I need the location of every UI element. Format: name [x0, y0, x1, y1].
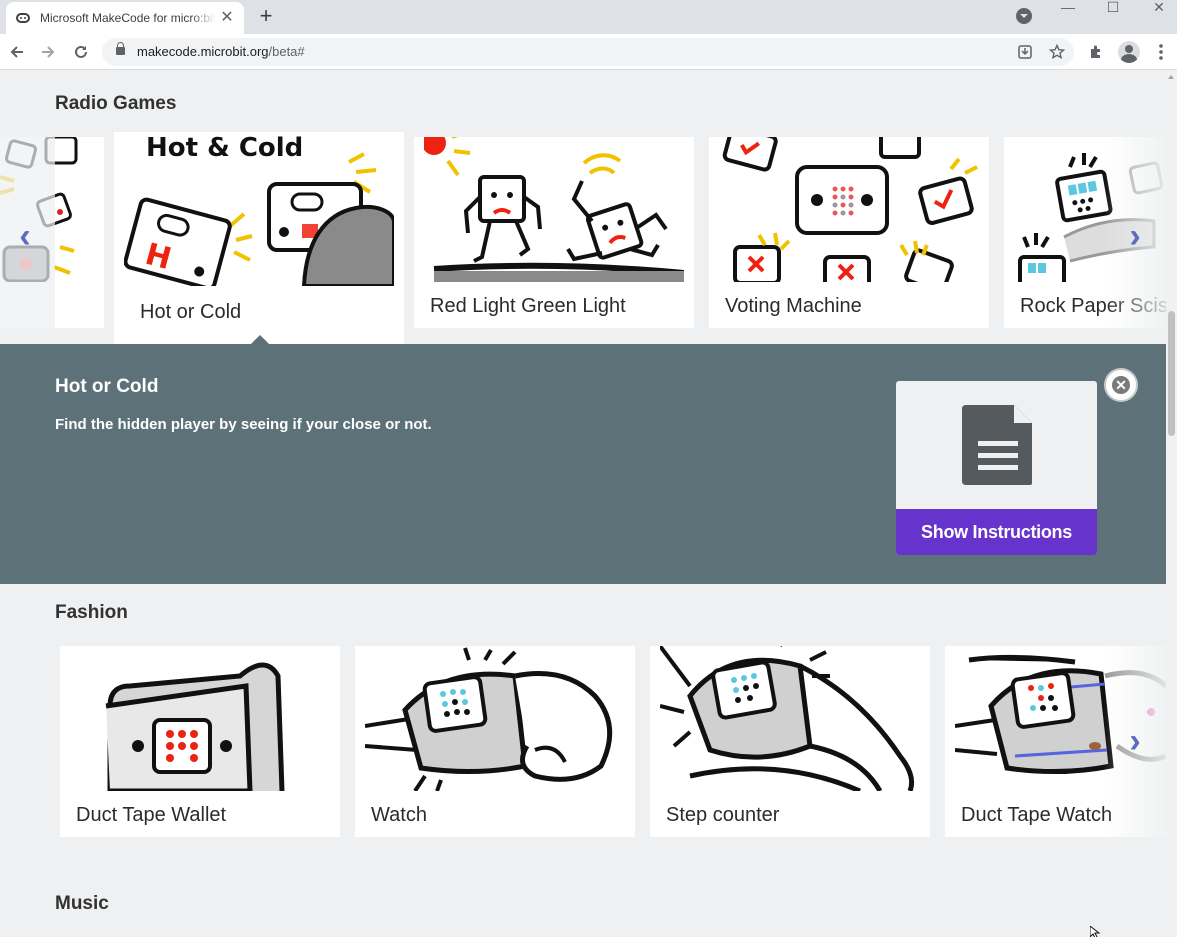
- card-duct-tape-watch-image: [955, 646, 1166, 791]
- scroll-up-arrow-icon[interactable]: [1168, 75, 1174, 79]
- maximize-button[interactable]: ☐: [1090, 0, 1136, 30]
- instructions-card[interactable]: Show Instructions: [896, 381, 1097, 555]
- scrollbar-thumb[interactable]: [1168, 311, 1175, 436]
- tab-search-icon[interactable]: [1016, 8, 1032, 24]
- card-duct-tape-wallet-image: [70, 646, 330, 791]
- tab-bar: Microsoft MakeCode for micro:bit ✕ + — ☐…: [0, 0, 1177, 34]
- card-hot-or-cold-image: Hot & Cold H: [124, 132, 394, 286]
- card-label: Step counter: [666, 804, 780, 826]
- gallery-page: Radio Games Hot & Cold H Hot or Cold Red…: [0, 71, 1166, 937]
- close-icon: ✕: [1115, 377, 1127, 393]
- card-watch-image: [365, 646, 625, 791]
- section-title-radio-games: Radio Games: [55, 93, 177, 114]
- new-tab-button[interactable]: +: [254, 4, 278, 28]
- card-duct-tape-wallet[interactable]: Duct Tape Wallet: [60, 646, 340, 837]
- back-icon[interactable]: [5, 40, 29, 64]
- tab-close-icon[interactable]: ✕: [218, 9, 236, 27]
- card-label: Watch: [371, 804, 427, 826]
- card-watch[interactable]: Watch: [355, 646, 635, 837]
- carousel-prev-arrow-icon[interactable]: ‹: [10, 216, 40, 256]
- project-detail-panel: Hot or Cold Find the hidden player by se…: [0, 335, 1166, 584]
- lock-icon: [116, 42, 125, 55]
- makecode-favicon-icon: [16, 13, 30, 23]
- mouse-cursor-icon: [1090, 926, 1101, 937]
- detail-title: Hot or Cold: [55, 376, 159, 397]
- address-bar[interactable]: makecode.microbit.org/beta#: [102, 38, 1074, 66]
- card-label: Voting Machine: [725, 295, 862, 317]
- show-instructions-button[interactable]: Show Instructions: [896, 509, 1097, 555]
- extensions-icon[interactable]: [1084, 40, 1108, 64]
- page-scrollbar[interactable]: [1166, 71, 1177, 937]
- url-text: makecode.microbit.org/beta#: [137, 44, 305, 59]
- browser-tab[interactable]: Microsoft MakeCode for micro:bit ✕: [6, 2, 244, 34]
- browser-menu-icon[interactable]: [1149, 40, 1173, 64]
- forward-icon[interactable]: [36, 40, 60, 64]
- card-voting-machine[interactable]: Voting Machine: [709, 137, 989, 328]
- detail-close-button[interactable]: ✕: [1104, 368, 1138, 402]
- carousel-next-arrow-icon[interactable]: ›: [1120, 216, 1150, 256]
- bookmark-star-icon[interactable]: [1046, 41, 1068, 63]
- browser-toolbar: makecode.microbit.org/beta#: [0, 34, 1177, 70]
- minimize-button[interactable]: —: [1045, 0, 1091, 30]
- card-label: Duct Tape Wallet: [76, 804, 227, 826]
- section-title-fashion: Fashion: [55, 602, 128, 623]
- card-voting-machine-image: [719, 137, 979, 282]
- card-red-light-green-light[interactable]: Red Light Green Light: [414, 137, 694, 328]
- window-close-button[interactable]: ✕: [1136, 0, 1177, 30]
- profile-avatar-icon[interactable]: [1118, 41, 1140, 63]
- card-label: Red Light Green Light: [430, 295, 626, 317]
- detail-caret: [250, 335, 270, 345]
- reload-icon[interactable]: [69, 40, 93, 64]
- svg-text:Hot & Cold: Hot & Cold: [146, 133, 303, 163]
- section-title-music: Music: [55, 893, 109, 914]
- card-step-counter-image: [660, 646, 920, 791]
- install-app-icon[interactable]: [1014, 41, 1036, 63]
- document-icon: [896, 381, 1097, 509]
- card-step-counter[interactable]: Step counter: [650, 646, 930, 837]
- card-label: Duct Tape Watch: [961, 804, 1113, 826]
- card-label: Rock Paper Scissors: [1020, 295, 1166, 317]
- tab-title: Microsoft MakeCode for micro:bit: [40, 11, 216, 25]
- card-label: Hot or Cold: [140, 301, 242, 323]
- card-red-light-green-light-image: [424, 137, 684, 282]
- detail-description: Find the hidden player by seeing if your…: [55, 416, 432, 433]
- card-rock-paper-scissors-image: [1014, 137, 1166, 282]
- carousel-next-arrow-icon[interactable]: ›: [1120, 721, 1150, 761]
- card-hot-or-cold[interactable]: Hot & Cold H Hot or Cold: [114, 132, 404, 344]
- partial-card-left-image: [0, 137, 78, 283]
